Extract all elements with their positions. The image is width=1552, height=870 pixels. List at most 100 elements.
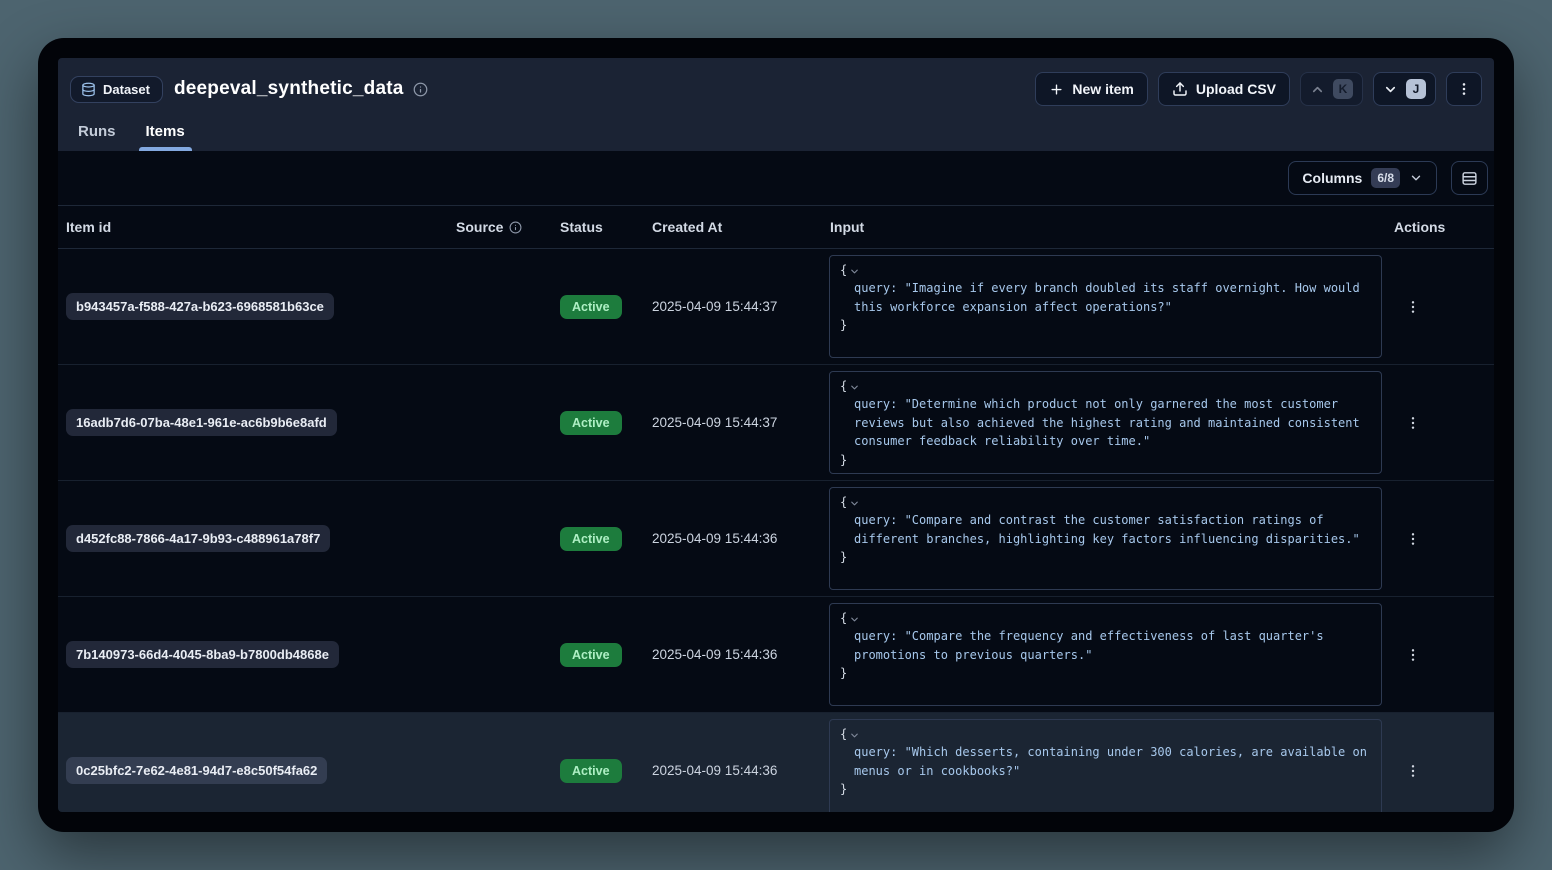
actions-cell <box>1388 527 1494 551</box>
table-row[interactable]: 0c25bfc2-7e62-4e81-94d7-e8c50f54fa62 Act… <box>58 713 1494 812</box>
tab-runs[interactable]: Runs <box>76 115 118 151</box>
json-query-text: query: "Determine which product not only… <box>840 395 1371 450</box>
kebab-menu-icon <box>1456 81 1472 97</box>
items-table: Item id Source Status Created At Input A… <box>58 205 1494 812</box>
row-actions-button[interactable] <box>1401 643 1425 667</box>
column-header-created-at: Created At <box>644 219 822 235</box>
created-at-cell: 2025-04-09 15:44:37 <box>644 414 822 432</box>
row-actions-button[interactable] <box>1401 527 1425 551</box>
created-at-value: 2025-04-09 15:44:36 <box>652 531 777 546</box>
row-actions-button[interactable] <box>1401 411 1425 435</box>
item-id-pill[interactable]: b943457a-f588-427a-b623-6968581b63ce <box>66 293 334 320</box>
collapse-chevron-icon[interactable] <box>849 498 860 509</box>
collapse-chevron-icon[interactable] <box>849 614 860 625</box>
input-json-preview[interactable]: { query: "Compare and contrast the custo… <box>829 487 1382 590</box>
table-toolbar: Columns 6/8 <box>58 151 1494 205</box>
input-cell: { query: "Determine which product not on… <box>822 371 1388 474</box>
item-id-cell: 0c25bfc2-7e62-4e81-94d7-e8c50f54fa62 <box>58 757 448 784</box>
active-tab-underline <box>139 147 192 151</box>
json-close-line: } <box>840 664 1371 682</box>
column-header-item-id: Item id <box>58 219 448 235</box>
table-header-row: Item id Source Status Created At Input A… <box>58 206 1494 249</box>
previous-item-button[interactable]: K <box>1300 72 1363 106</box>
input-cell: { query: "Imagine if every branch double… <box>822 255 1388 358</box>
status-badge: Active <box>560 411 622 435</box>
json-open-line: { <box>840 493 1371 511</box>
collapse-chevron-icon[interactable] <box>849 266 860 277</box>
row-actions-button[interactable] <box>1401 759 1425 783</box>
created-at-value: 2025-04-09 15:44:37 <box>652 415 777 430</box>
new-item-button[interactable]: New item <box>1035 72 1147 106</box>
columns-label: Columns <box>1302 170 1362 186</box>
chevron-up-icon <box>1310 82 1325 97</box>
input-json-preview[interactable]: { query: "Compare the frequency and effe… <box>829 603 1382 706</box>
input-cell: { query: "Which desserts, containing und… <box>822 719 1388 812</box>
status-badge: Active <box>560 527 622 551</box>
collapse-chevron-icon[interactable] <box>849 730 860 741</box>
status-badge: Active <box>560 643 622 667</box>
chevron-down-icon <box>1383 82 1398 97</box>
table-body: b943457a-f588-427a-b623-6968581b63ce Act… <box>58 249 1494 812</box>
created-at-cell: 2025-04-09 15:44:36 <box>644 530 822 548</box>
new-item-label: New item <box>1072 81 1133 97</box>
desktop-background: Dataset deepeval_synthetic_data New item <box>0 0 1552 870</box>
plus-icon <box>1049 82 1064 97</box>
json-query-text: query: "Which desserts, containing under… <box>840 743 1371 780</box>
chevron-down-icon <box>1409 171 1423 185</box>
dataset-app: Dataset deepeval_synthetic_data New item <box>58 58 1494 812</box>
columns-count-badge: 6/8 <box>1371 168 1400 188</box>
input-cell: { query: "Compare the frequency and effe… <box>822 603 1388 706</box>
tab-items[interactable]: Items <box>144 115 187 151</box>
item-id-pill[interactable]: 16adb7d6-07ba-48e1-961e-ac6b9b6e8afd <box>66 409 337 436</box>
status-badge: Active <box>560 759 622 783</box>
tab-bar: Runs Items <box>70 115 1482 151</box>
table-row[interactable]: b943457a-f588-427a-b623-6968581b63ce Act… <box>58 249 1494 365</box>
item-id-cell: b943457a-f588-427a-b623-6968581b63ce <box>58 293 448 320</box>
row-actions-button[interactable] <box>1401 295 1425 319</box>
created-at-value: 2025-04-09 15:44:37 <box>652 299 777 314</box>
json-open-line: { <box>840 609 1371 627</box>
input-json-preview[interactable]: { query: "Determine which product not on… <box>829 371 1382 474</box>
database-icon <box>81 82 96 97</box>
status-badge: Active <box>560 295 622 319</box>
item-id-cell: 7b140973-66d4-4045-8ba9-b7800db4868e <box>58 641 448 668</box>
dataset-info-icon[interactable] <box>413 82 428 97</box>
app-window: Dataset deepeval_synthetic_data New item <box>38 38 1514 832</box>
columns-selector-button[interactable]: Columns 6/8 <box>1288 161 1437 195</box>
table-row[interactable]: 16adb7d6-07ba-48e1-961e-ac6b9b6e8afd Act… <box>58 365 1494 481</box>
json-query-text: query: "Compare the frequency and effect… <box>840 627 1371 664</box>
actions-cell <box>1388 759 1494 783</box>
rows-icon <box>1461 170 1478 187</box>
page-title: deepeval_synthetic_data <box>174 78 404 100</box>
actions-cell <box>1388 643 1494 667</box>
upload-csv-label: Upload CSV <box>1196 81 1276 97</box>
actions-cell <box>1388 295 1494 319</box>
item-id-pill[interactable]: 0c25bfc2-7e62-4e81-94d7-e8c50f54fa62 <box>66 757 327 784</box>
status-cell: Active <box>552 295 644 319</box>
created-at-value: 2025-04-09 15:44:36 <box>652 763 777 778</box>
collapse-chevron-icon[interactable] <box>849 382 860 393</box>
dataset-badge-label: Dataset <box>103 82 150 97</box>
shortcut-key-j: J <box>1406 79 1426 99</box>
title-row: Dataset deepeval_synthetic_data New item <box>70 70 1482 108</box>
header-more-actions-button[interactable] <box>1446 72 1482 106</box>
next-item-button[interactable]: J <box>1373 72 1436 106</box>
table-row[interactable]: 7b140973-66d4-4045-8ba9-b7800db4868e Act… <box>58 597 1494 713</box>
source-info-icon[interactable] <box>509 221 522 234</box>
input-json-preview[interactable]: { query: "Which desserts, containing und… <box>829 719 1382 812</box>
input-cell: { query: "Compare and contrast the custo… <box>822 487 1388 590</box>
table-row[interactable]: d452fc88-7866-4a17-9b93-c488961a78f7 Act… <box>58 481 1494 597</box>
json-close-line: } <box>840 451 1371 469</box>
status-cell: Active <box>552 759 644 783</box>
column-header-input: Input <box>822 219 1388 235</box>
upload-csv-button[interactable]: Upload CSV <box>1158 72 1290 106</box>
page-header: Dataset deepeval_synthetic_data New item <box>58 58 1494 151</box>
row-height-button[interactable] <box>1451 161 1488 195</box>
created-at-cell: 2025-04-09 15:44:36 <box>644 762 822 780</box>
item-id-pill[interactable]: 7b140973-66d4-4045-8ba9-b7800db4868e <box>66 641 339 668</box>
actions-cell <box>1388 411 1494 435</box>
created-at-cell: 2025-04-09 15:44:36 <box>644 646 822 664</box>
json-close-line: } <box>840 316 1371 334</box>
item-id-pill[interactable]: d452fc88-7866-4a17-9b93-c488961a78f7 <box>66 525 330 552</box>
input-json-preview[interactable]: { query: "Imagine if every branch double… <box>829 255 1382 358</box>
